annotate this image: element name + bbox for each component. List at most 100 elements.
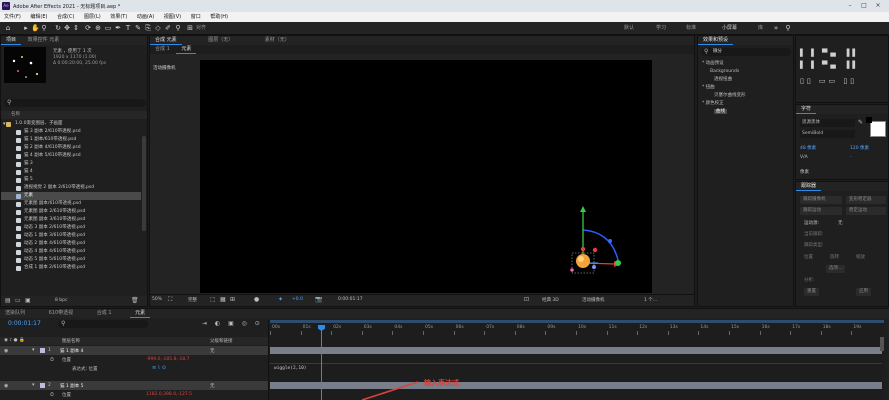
new-composition-icon[interactable]: ▣: [25, 297, 31, 304]
dolly-camera-icon[interactable]: ⇕: [72, 24, 80, 33]
tab-effects-presets[interactable]: 效果和预设: [698, 36, 734, 45]
workspace-small-screen[interactable]: 小屏幕: [722, 24, 737, 33]
anchor-tool-icon[interactable]: ⊕: [94, 24, 102, 33]
rectangle-tool-icon[interactable]: ▭: [104, 24, 112, 33]
layer-expand-icon[interactable]: ▾: [32, 382, 35, 388]
expression-controls-icon[interactable]: ≡ ⌇ ⊙: [152, 365, 166, 371]
effects-search-input[interactable]: ⚲ 微分: [701, 48, 791, 56]
transparency-grid-icon[interactable]: ▦: [220, 296, 226, 303]
project-column-header[interactable]: 名称: [1, 111, 147, 119]
menu-animation[interactable]: 动画(A): [133, 12, 158, 22]
tab-composition[interactable]: 合成 元素: [150, 36, 182, 45]
maximize-icon[interactable]: □: [860, 2, 868, 10]
layer-row-2[interactable]: ◉ ▾ 2 猫 1 副本 5 无: [0, 381, 268, 390]
project-item-selected[interactable]: 元素: [1, 192, 141, 200]
tab-character[interactable]: 字符: [796, 105, 817, 114]
exposure-icon[interactable]: ✦: [278, 296, 283, 303]
fill-color-swatch[interactable]: [870, 121, 886, 137]
pen-tool-icon[interactable]: ✒: [114, 24, 122, 33]
workspace-libraries[interactable]: 库: [758, 24, 763, 33]
project-item[interactable]: 猫 3: [1, 160, 141, 168]
project-item[interactable]: 猫 4 副本 5/610带透视.psd: [1, 152, 141, 160]
guides-icon[interactable]: ⊞: [230, 296, 235, 303]
project-folder-row[interactable]: ▾ 1.0.0渐变图层、子画面: [1, 120, 141, 128]
project-item[interactable]: 元素图 副本 2/610带透视.psd: [1, 208, 141, 216]
project-item[interactable]: 猫 3 副本 2/610带透视.psd: [1, 128, 141, 136]
home-icon[interactable]: ⌂: [4, 24, 12, 33]
snap-icon[interactable]: ⊞: [186, 24, 194, 33]
workspace-standard[interactable]: 标准: [686, 24, 696, 33]
selection-tool-icon[interactable]: ▸: [22, 24, 30, 33]
timeline-search-input[interactable]: ⚲: [58, 320, 148, 328]
stopwatch-icon[interactable]: ⏱: [50, 392, 54, 398]
project-item[interactable]: 动态 4 副本 4/610带透视.psd: [1, 248, 141, 256]
expression-text[interactable]: wiggle(2,10): [274, 366, 307, 371]
check-scale[interactable]: 缩放: [856, 254, 865, 260]
check-position[interactable]: 位置: [804, 254, 813, 260]
tree-perspective-warp[interactable]: 透视扭曲: [702, 76, 792, 84]
tab-effect-controls[interactable]: 效果控件 元素: [23, 36, 65, 45]
distribute-icons[interactable]: ▌▐ ▀▄ ▐▌: [800, 60, 861, 70]
pan-camera-icon[interactable]: ✥: [63, 24, 71, 33]
tab-project[interactable]: 项目: [1, 36, 22, 45]
zoom-tool-icon[interactable]: ⚲: [40, 24, 48, 33]
layer-name[interactable]: 猫 1 副本 4: [60, 348, 84, 354]
workspace-default[interactable]: 默认: [624, 24, 634, 33]
project-item[interactable]: 动态 3 副本 2/610带透视.psd: [1, 224, 141, 232]
layer-expand-icon[interactable]: ▾: [32, 347, 35, 353]
toggle-mask-icon[interactable]: ⛶: [168, 296, 172, 304]
project-item[interactable]: 猫 2 副本 4/610带透视.psd: [1, 144, 141, 152]
font-size-value[interactable]: 48 像素: [800, 145, 816, 151]
tab-render-queue[interactable]: 渲染队列: [0, 309, 30, 318]
motion-source-dropdown[interactable]: 无: [838, 220, 843, 226]
resolution-dropdown[interactable]: 完整: [188, 297, 197, 303]
position-value[interactable]: -999.0,-185.8,-18.7: [146, 357, 190, 362]
3d-renderer-icon[interactable]: ⊡: [524, 296, 529, 303]
roto-brush-icon[interactable]: ✐: [164, 24, 172, 33]
tab-element[interactable]: 元素: [130, 309, 151, 318]
workspace-more-icon[interactable]: »: [772, 24, 780, 33]
reset-button[interactable]: 重置: [804, 288, 819, 296]
position-value[interactable]: 1182.0,398.0,-127.5: [146, 392, 192, 397]
tree-animation-presets[interactable]: * 动画预设: [702, 60, 792, 68]
distribute-icons-2[interactable]: ▯▯ ▭▭ ▯▯: [800, 76, 857, 86]
tree-distort[interactable]: * 扭曲: [702, 84, 792, 92]
project-item[interactable]: 猫 4: [1, 168, 141, 176]
region-of-interest-icon[interactable]: ⬚: [210, 296, 216, 303]
menu-edit[interactable]: 编辑(E): [26, 12, 51, 22]
show-channel-icon[interactable]: ●: [254, 296, 259, 303]
close-icon[interactable]: ×: [874, 2, 882, 10]
tab-comp1[interactable]: 合成 1: [92, 309, 117, 318]
project-item[interactable]: 动态 1 副本 3/610带透视.psd: [1, 232, 141, 240]
tree-backgrounds[interactable]: Backgrounds: [702, 68, 792, 76]
interpret-footage-icon[interactable]: ▤: [5, 297, 11, 304]
clone-stamp-icon[interactable]: ⎘: [144, 24, 152, 33]
eraser-tool-icon[interactable]: ◇: [154, 24, 162, 33]
parent-dropdown[interactable]: 无: [210, 383, 215, 389]
puppet-pin-icon[interactable]: ⚲: [174, 24, 182, 33]
menu-window[interactable]: 窗口: [187, 12, 205, 22]
leading-value[interactable]: 120 像素: [850, 145, 869, 151]
project-item[interactable]: 合成 1 副本 2/610带透视.psd: [1, 264, 141, 272]
exposure-value[interactable]: +0.0: [292, 297, 303, 302]
layer-name[interactable]: 猫 1 副本 5: [60, 383, 84, 389]
type-tool-icon[interactable]: T: [124, 24, 132, 33]
tab-footage[interactable]: 素材（无）: [260, 36, 295, 45]
minimize-icon[interactable]: –: [846, 2, 854, 10]
parent-dropdown[interactable]: 无: [210, 348, 215, 354]
workspace-learn[interactable]: 学习: [656, 24, 666, 33]
layer-name-header[interactable]: 图层名称: [62, 338, 80, 344]
project-item[interactable]: 动态 5 副本 5/610带透视.psd: [1, 256, 141, 264]
tab-layer[interactable]: 图层（无）: [203, 36, 238, 45]
time-ruler[interactable]: 00s 01s 02s 03s 04s 05s 06s 07s 08s 09s 10s 11s 12s 1…: [270, 323, 884, 335]
tree-bezier-warp[interactable]: 贝塞尔曲线变形: [702, 92, 792, 100]
layer-color-label[interactable]: [40, 383, 45, 388]
track-camera-button[interactable]: 跟踪摄像机: [800, 196, 842, 204]
stopwatch-icon[interactable]: ⏱: [50, 357, 54, 363]
brush-tool-icon[interactable]: ✎: [134, 24, 142, 33]
parent-header[interactable]: 父级和链接: [210, 338, 233, 344]
menu-effect[interactable]: 效果(T): [106, 12, 131, 22]
hand-tool-icon[interactable]: ✋: [31, 24, 40, 33]
rotate-tool-icon[interactable]: ⟳: [84, 24, 92, 33]
layer-color-label[interactable]: [40, 348, 45, 353]
